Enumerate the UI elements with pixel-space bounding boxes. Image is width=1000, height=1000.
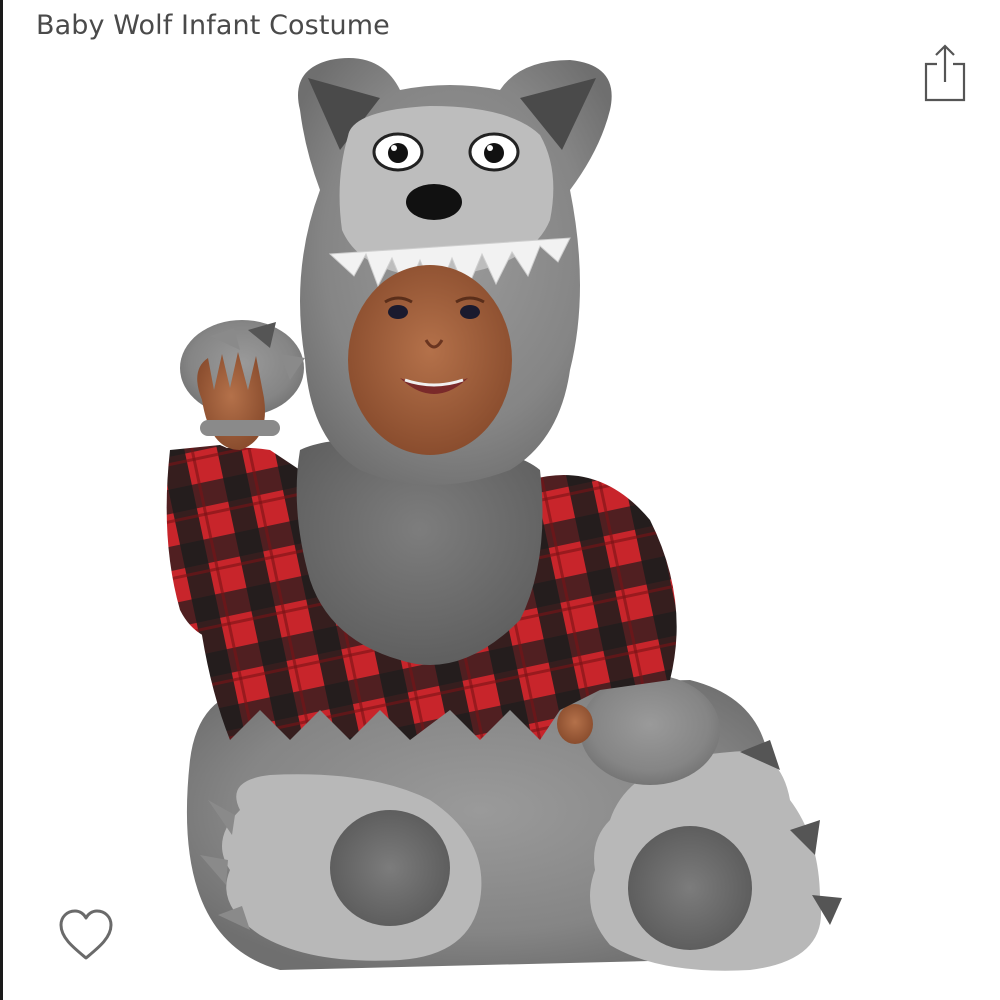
wolf-costume-illustration [166,58,842,971]
product-image[interactable] [130,40,870,1000]
raised-paw-hand [180,320,305,450]
heart-outline-icon [59,909,113,960]
wishlist-button[interactable] [56,906,116,966]
baby-face [348,265,512,455]
share-button[interactable] [918,40,972,106]
product-title: Baby Wolf Infant Costume [36,10,390,41]
screen-edge-divider [0,0,3,1000]
share-icon [924,44,966,102]
product-detail-screen: Baby Wolf Infant Costume [0,0,1000,1000]
